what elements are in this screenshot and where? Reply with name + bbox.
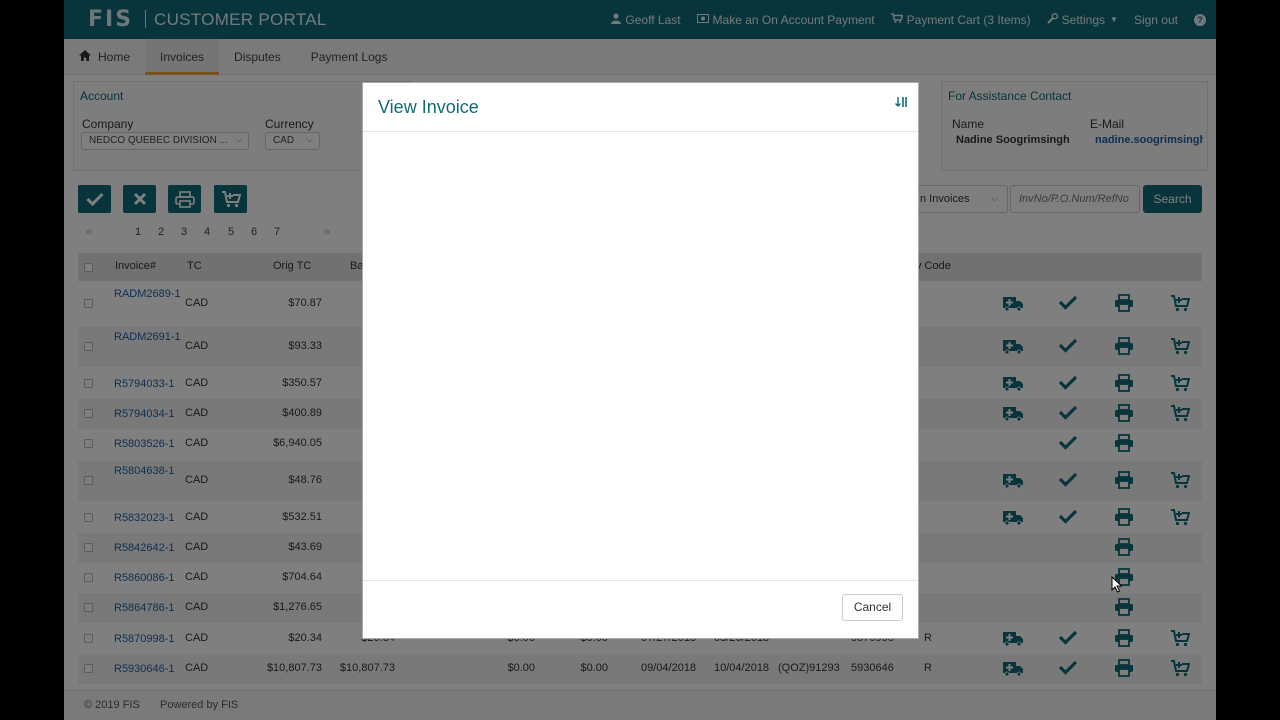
modal-footer: Cancel	[363, 580, 918, 640]
sort-icon[interactable]	[895, 97, 907, 110]
cancel-button[interactable]: Cancel	[842, 594, 903, 621]
view-invoice-modal: View Invoice Cancel	[362, 82, 919, 639]
modal-header: View Invoice	[363, 83, 918, 132]
modal-title: View Invoice	[378, 97, 479, 117]
mouse-cursor-icon	[1111, 576, 1123, 593]
invoice-viewer	[363, 133, 918, 580]
